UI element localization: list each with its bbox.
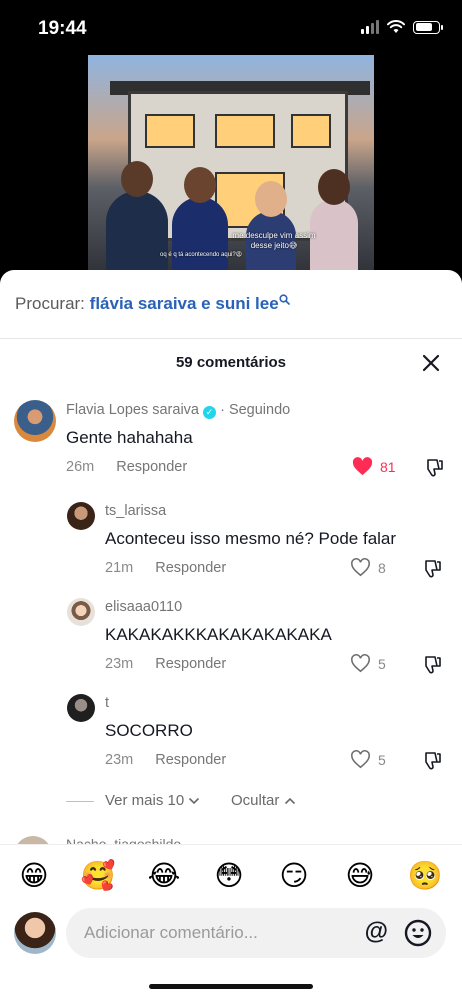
comment-composer: @ — [0, 906, 462, 966]
chevron-up-icon — [284, 797, 295, 805]
emoji-quick-bar: 😁 🥰 😂 😳 😏 😅 🥺 — [0, 844, 462, 908]
search-icon — [279, 294, 290, 308]
heart-outline-icon — [351, 558, 370, 577]
reply-button[interactable]: Responder — [116, 459, 187, 475]
emoji-button[interactable]: 😁 — [16, 859, 52, 893]
view-more-replies-button[interactable]: Ver mais 10 — [105, 792, 200, 809]
my-avatar[interactable] — [14, 912, 56, 954]
home-indicator — [149, 984, 313, 989]
reply-button[interactable]: Responder — [155, 656, 226, 672]
emoji-button[interactable]: 🥰 — [80, 859, 116, 893]
like-button[interactable]: 5 — [350, 654, 386, 673]
comment-input-container[interactable]: @ — [66, 908, 446, 958]
heart-filled-icon — [352, 457, 373, 476]
person-figure — [172, 167, 228, 277]
dislike-icon[interactable] — [422, 751, 442, 771]
heart-outline-icon — [351, 654, 370, 673]
hide-label: Ocultar — [231, 792, 280, 809]
search-suggestion[interactable]: Procurar: flávia saraiva e suni lee — [15, 294, 290, 314]
status-bar: 19:44 — [0, 0, 462, 56]
username-text[interactable]: Flavia Lopes saraiva — [66, 402, 199, 418]
emoji-button[interactable]: 🥺 — [407, 859, 443, 893]
emoji-button[interactable]: 😏 — [276, 859, 312, 893]
verified-badge-icon: ✓ — [203, 406, 217, 419]
like-button[interactable]: 81 — [352, 457, 396, 476]
video-preview[interactable]: me desculpe vim assim desse jeito😅 oq é … — [88, 55, 374, 277]
comment-time: 23m — [105, 752, 134, 768]
avatar[interactable] — [67, 694, 95, 722]
emoji-picker-icon[interactable] — [404, 919, 432, 947]
view-more-label: Ver mais 10 — [105, 792, 185, 809]
comment-username[interactable]: ts_larissa — [105, 503, 166, 519]
like-count: 8 — [378, 559, 386, 576]
dislike-icon[interactable] — [422, 559, 442, 579]
thread-line — [66, 801, 94, 802]
status-time: 19:44 — [38, 18, 87, 39]
like-button[interactable]: 8 — [350, 558, 386, 577]
dislike-icon[interactable] — [424, 458, 444, 478]
comments-count: 59 comentários — [175, 354, 287, 371]
search-label: Procurar: — [15, 294, 85, 313]
separator-dot: · — [220, 402, 225, 418]
avatar[interactable] — [67, 502, 95, 530]
emoji-button[interactable]: 😳 — [211, 859, 247, 893]
close-icon[interactable] — [422, 354, 440, 372]
status-icons — [361, 20, 443, 34]
video-subcaption: oq é q tá acontecendo aqui?😩 — [160, 252, 242, 258]
avatar[interactable] — [14, 400, 56, 442]
comment-username[interactable]: elisaaa0110 — [105, 599, 182, 615]
cellular-signal-icon — [361, 20, 379, 34]
comment-input[interactable] — [84, 920, 354, 946]
comment-meta: 26m Responder — [66, 459, 187, 475]
like-count: 5 — [378, 751, 386, 768]
comment-username[interactable]: t — [105, 695, 109, 711]
heart-outline-icon — [351, 750, 370, 769]
comment-text: KAKAKAKKKAKAKAKAKAKA — [105, 625, 332, 644]
comment-username[interactable]: Flavia Lopes saraiva ✓ · Seguindo — [66, 402, 290, 419]
emoji-button[interactable]: 😂 — [146, 859, 182, 893]
comment-text: Aconteceu isso mesmo né? Pode falar — [105, 529, 397, 548]
reply-button[interactable]: Responder — [155, 752, 226, 768]
comment-text: SOCORRO — [105, 721, 193, 740]
comments-sheet: Procurar: flávia saraiva e suni lee 59 c… — [0, 270, 462, 1000]
comment-meta: 23m Responder — [105, 656, 226, 672]
mention-button[interactable]: @ — [365, 918, 388, 946]
comment-time: 26m — [66, 459, 95, 475]
chevron-down-icon — [189, 797, 200, 805]
avatar[interactable] — [67, 598, 95, 626]
video-caption: me desculpe vim assim desse jeito😅 — [232, 231, 316, 250]
thread-controls: Ver mais 10 Ocultar — [0, 790, 462, 814]
comment-text: Gente hahahaha — [66, 428, 193, 447]
reply-button[interactable]: Responder — [155, 560, 226, 576]
emoji-button[interactable]: 😅 — [342, 859, 378, 893]
comment-meta: 23m Responder — [105, 752, 226, 768]
hide-replies-button[interactable]: Ocultar — [231, 792, 296, 809]
wifi-icon — [387, 20, 405, 33]
search-term[interactable]: flávia saraiva e suni lee — [90, 294, 279, 313]
person-figure — [106, 161, 168, 277]
comment-time: 23m — [105, 656, 134, 672]
dislike-icon[interactable] — [422, 655, 442, 675]
like-count: 81 — [380, 458, 396, 475]
like-count: 5 — [378, 655, 386, 672]
comment-meta: 21m Responder — [105, 560, 226, 576]
following-status: Seguindo — [228, 402, 291, 418]
divider — [0, 338, 462, 339]
like-button[interactable]: 5 — [350, 750, 386, 769]
comment-time: 21m — [105, 560, 134, 576]
battery-icon — [413, 20, 443, 34]
